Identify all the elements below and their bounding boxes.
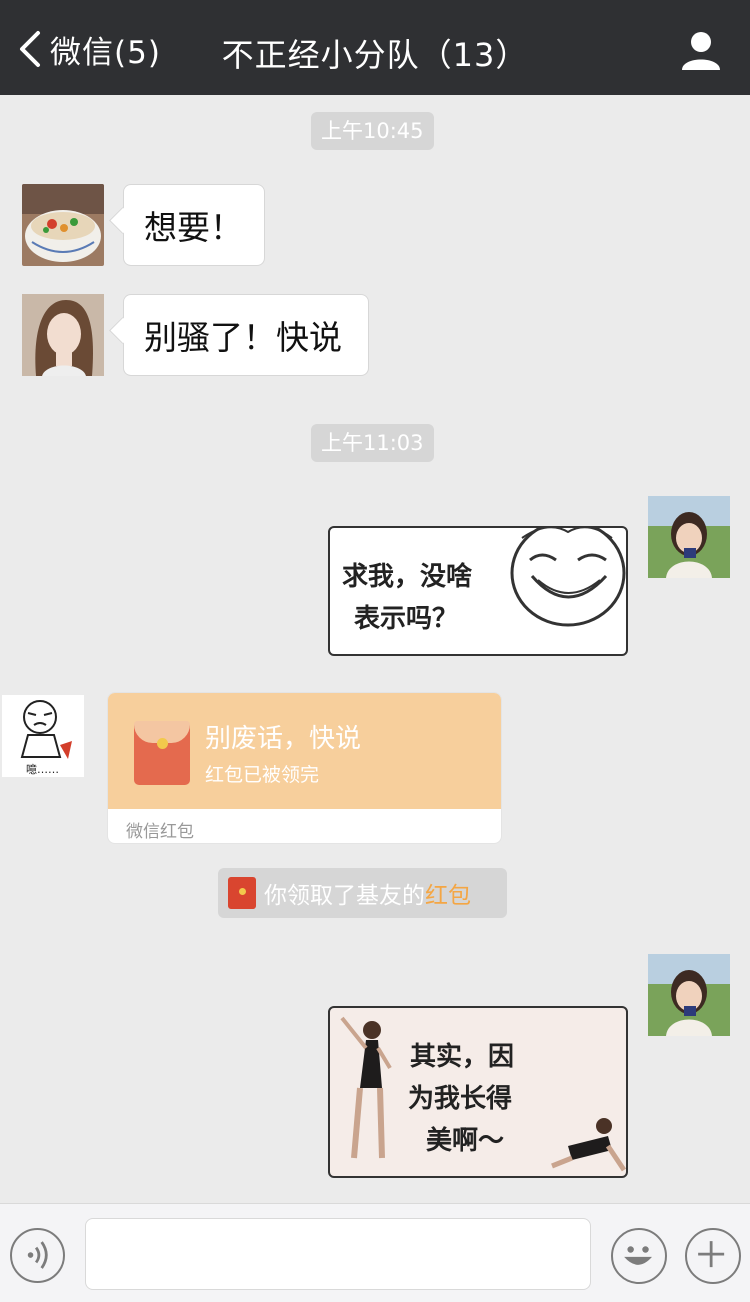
- timestamp: 上午11:03: [311, 424, 434, 462]
- child-avatar-image: [648, 496, 730, 578]
- back-label: 微信(5): [50, 34, 161, 71]
- sticker-text: 美啊～: [426, 1126, 505, 1156]
- trollface-sticker-icon: [510, 528, 626, 627]
- emoji-button[interactable]: [611, 1228, 667, 1284]
- message-input[interactable]: [85, 1218, 591, 1290]
- dancer-left-image: [340, 1016, 392, 1159]
- message-bubble[interactable]: 别骚了！快说: [123, 294, 369, 376]
- back-button[interactable]: 微信(5): [16, 26, 161, 72]
- avatar[interactable]: [22, 184, 104, 266]
- girl-avatar-image: [22, 294, 104, 376]
- system-notice: 你领取了基友的 红包: [218, 868, 507, 918]
- sticker-text: 为我长得: [408, 1084, 513, 1114]
- dancer-right-image: [551, 1118, 626, 1172]
- red-packet-brand: 微信红包: [126, 822, 194, 842]
- red-packet-header: 别废话，快说 红包已被领完: [108, 693, 501, 809]
- avatar-caption: 噫……: [26, 763, 59, 776]
- my-avatar[interactable]: [648, 954, 730, 1036]
- red-packet-title: 别废话，快说: [205, 724, 362, 754]
- input-toolbar: [0, 1203, 750, 1302]
- group-info-button[interactable]: [680, 30, 722, 72]
- my-avatar[interactable]: [648, 496, 730, 578]
- food-avatar-image: [22, 184, 104, 266]
- red-packet-status: 红包已被领完: [205, 764, 320, 786]
- red-packet-card[interactable]: 别废话，快说 红包已被领完 微信红包: [107, 692, 502, 844]
- timestamp: 上午10:45: [311, 112, 434, 150]
- title-bar: 微信(5) 不正经小分队（13）: [0, 0, 750, 95]
- voice-icon: [27, 1241, 48, 1269]
- chevron-left-icon: [20, 31, 40, 67]
- chat-title: 不正经小分队（13）: [221, 36, 529, 74]
- more-button[interactable]: [685, 1228, 741, 1284]
- message-text: 想要！: [144, 208, 243, 247]
- red-packet-link[interactable]: 红包: [425, 876, 471, 910]
- red-envelope-icon: [134, 721, 190, 785]
- child-avatar-image: [648, 954, 730, 1036]
- sticker-text: 求我，没啥: [342, 562, 473, 592]
- red-packet-icon: [228, 877, 256, 909]
- avatar[interactable]: [22, 294, 104, 376]
- sticker-text: 其实，因: [410, 1042, 515, 1072]
- message-list[interactable]: 上午10:45 想要！ 别骚了！快说 上午11:03 求我，没啥 表示吗？ 噫……: [0, 95, 750, 1203]
- sticker-message[interactable]: 求我，没啥 表示吗？: [328, 526, 628, 656]
- message-bubble[interactable]: 想要！: [123, 184, 265, 266]
- person-icon: [682, 32, 720, 70]
- avatar[interactable]: 噫……: [2, 695, 84, 777]
- voice-button[interactable]: [10, 1228, 65, 1283]
- sticker-text: 表示吗？: [354, 604, 459, 634]
- sticker-message[interactable]: 其实，因 为我长得 美啊～: [328, 1006, 628, 1178]
- message-text: 别骚了！快说: [144, 318, 342, 357]
- smiley-icon: [624, 1246, 652, 1265]
- plus-icon: [698, 1241, 725, 1268]
- notice-text: 你领取了基友的: [264, 883, 425, 909]
